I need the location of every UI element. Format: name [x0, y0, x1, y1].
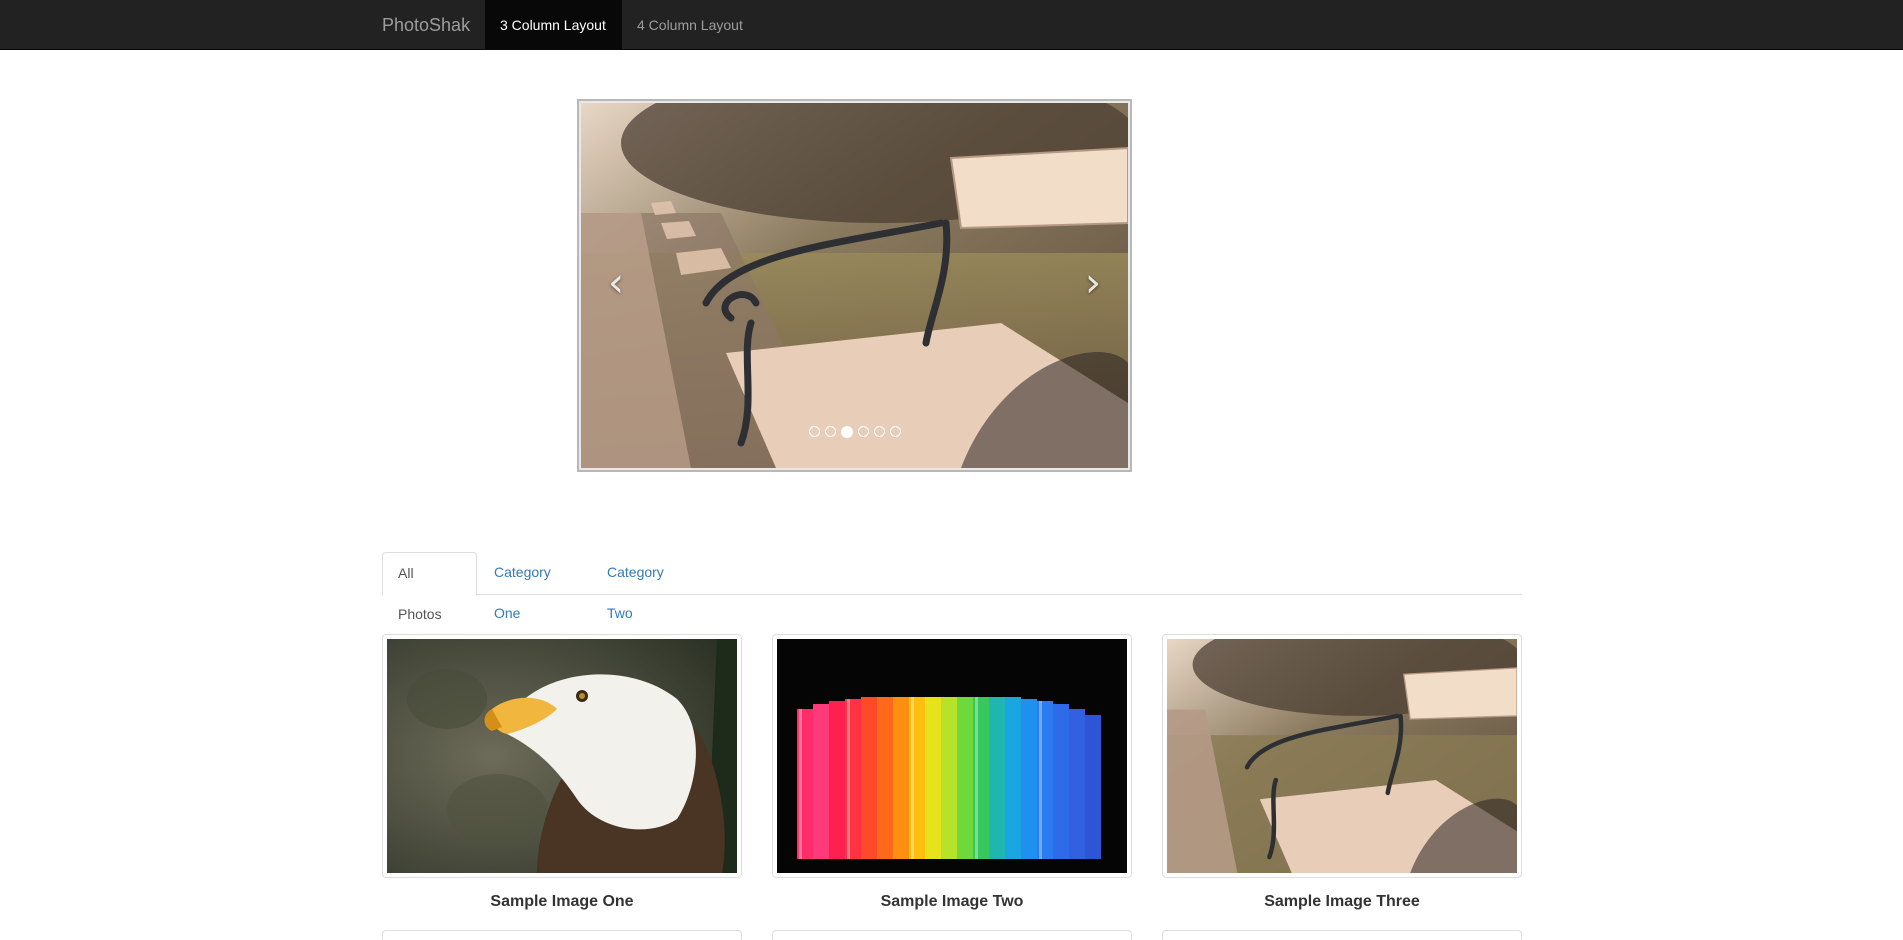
nav-3-column-layout[interactable]: 3 Column Layout	[485, 0, 622, 50]
carousel-indicator[interactable]	[808, 426, 820, 437]
tab-all-photos[interactable]: All Photos	[382, 552, 477, 622]
colorful-straws-image	[777, 639, 1127, 873]
nav-4-column-layout[interactable]: 4 Column Layout	[622, 0, 762, 50]
park-bench-thumb-image	[1167, 639, 1517, 873]
tab-category-one[interactable]: Category One	[479, 552, 590, 621]
gallery-thumbnail-partial[interactable]	[772, 930, 1132, 940]
carousel-indicator[interactable]	[824, 426, 836, 437]
carousel-indicator-active[interactable]	[840, 426, 853, 438]
gallery-thumbnail-partial[interactable]	[382, 930, 742, 940]
category-tabs: All Photos Category One Category Two	[382, 552, 1522, 622]
bald-eagle-image	[387, 639, 737, 873]
carousel-indicator[interactable]	[889, 426, 901, 437]
gallery-thumbnail-partial[interactable]	[1162, 930, 1522, 940]
carousel-indicator[interactable]	[857, 426, 869, 437]
gallery-caption: Sample Image Three	[1264, 893, 1420, 910]
carousel-indicator[interactable]	[873, 426, 885, 437]
gallery-thumbnail[interactable]	[382, 634, 742, 878]
carousel-indicators	[581, 426, 1128, 438]
gallery-caption: Sample Image Two	[880, 893, 1024, 910]
carousel-slide: ‹ ›	[581, 103, 1128, 468]
gallery-thumbnail[interactable]	[772, 634, 1132, 878]
gallery-thumbnail[interactable]	[1162, 634, 1522, 878]
carousel-next-icon[interactable]: ›	[1078, 263, 1108, 303]
image-carousel: ‹ ›	[577, 99, 1132, 472]
carousel-prev-icon[interactable]: ‹	[601, 263, 631, 303]
tab-category-two[interactable]: Category Two	[592, 552, 704, 621]
top-navbar: PhotoShak 3 Column Layout 4 Column Layou…	[0, 0, 1903, 50]
park-bench-image	[581, 103, 1128, 468]
gallery-caption: Sample Image One	[490, 893, 634, 910]
brand-link[interactable]: PhotoShak	[382, 0, 470, 50]
